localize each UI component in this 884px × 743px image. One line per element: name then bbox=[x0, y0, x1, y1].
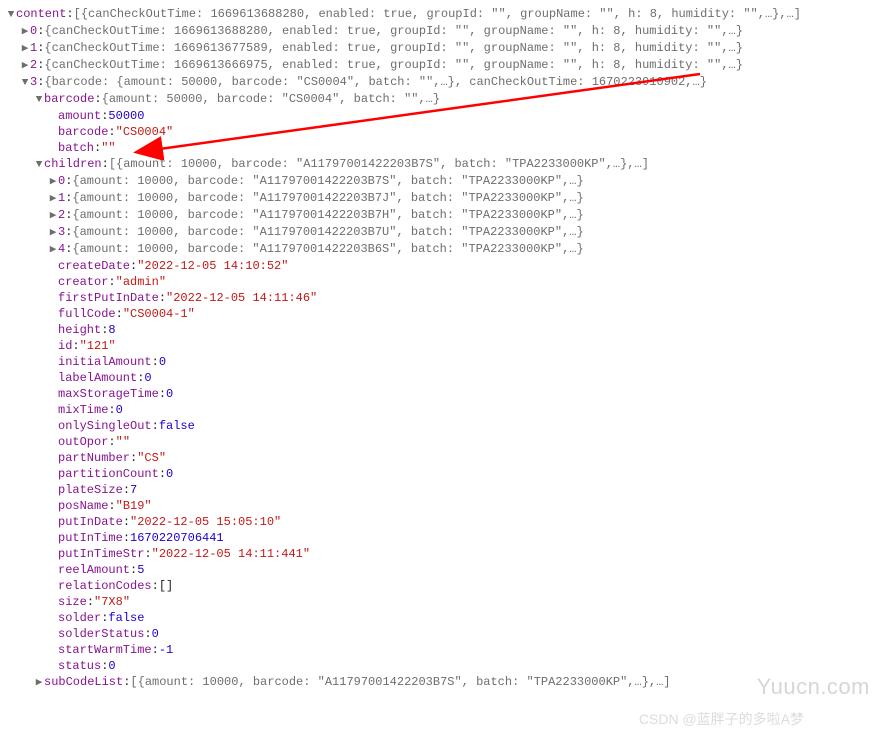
node-item-3[interactable]: ▼3: {barcode: {amount: 50000, barcode: "… bbox=[6, 74, 884, 91]
node-child-1[interactable]: ▶1: {amount: 10000, barcode: "A117970014… bbox=[6, 190, 884, 207]
node-item-1[interactable]: ▶1: {canCheckOutTime: 1669613677589, ena… bbox=[6, 40, 884, 57]
chevron-down-icon[interactable]: ▼ bbox=[34, 157, 44, 173]
prop-barcode: barcode: "CS0004" bbox=[6, 124, 884, 140]
prop-putInTimeStr: putInTimeStr: "2022-12-05 14:11:441" bbox=[6, 546, 884, 562]
prop-initialAmount: initialAmount: 0 bbox=[6, 354, 884, 370]
prop-putInDate: putInDate: "2022-12-05 15:05:10" bbox=[6, 514, 884, 530]
prop-putInTime: putInTime: 1670220706441 bbox=[6, 530, 884, 546]
prop-firstPutInDate: firstPutInDate: "2022-12-05 14:11:46" bbox=[6, 290, 884, 306]
prop-creator: creator: "admin" bbox=[6, 274, 884, 290]
node-item-2[interactable]: ▶2: {canCheckOutTime: 1669613666975, ena… bbox=[6, 57, 884, 74]
chevron-right-icon[interactable]: ▶ bbox=[48, 208, 58, 224]
chevron-right-icon[interactable]: ▶ bbox=[48, 242, 58, 258]
node-child-4[interactable]: ▶4: {amount: 10000, barcode: "A117970014… bbox=[6, 241, 884, 258]
chevron-right-icon[interactable]: ▶ bbox=[48, 225, 58, 241]
node-barcode[interactable]: ▼barcode: {amount: 50000, barcode: "CS00… bbox=[6, 91, 884, 108]
prop-relationCodes: relationCodes: [] bbox=[6, 578, 884, 594]
prop-createDate: createDate: "2022-12-05 14:10:52" bbox=[6, 258, 884, 274]
prop-outOpor: outOpor: "" bbox=[6, 434, 884, 450]
chevron-right-icon[interactable]: ▶ bbox=[48, 191, 58, 207]
prop-solder: solder: false bbox=[6, 610, 884, 626]
prop-solderStatus: solderStatus: 0 bbox=[6, 626, 884, 642]
prop-id: id: "121" bbox=[6, 338, 884, 354]
prop-plateSize: plateSize: 7 bbox=[6, 482, 884, 498]
chevron-right-icon[interactable]: ▶ bbox=[20, 41, 30, 57]
node-child-0[interactable]: ▶0: {amount: 10000, barcode: "A117970014… bbox=[6, 173, 884, 190]
prop-size: size: "7X8" bbox=[6, 594, 884, 610]
prop-amount: amount: 50000 bbox=[6, 108, 884, 124]
node-content[interactable]: ▼content: [{canCheckOutTime: 16696136882… bbox=[6, 6, 884, 23]
prop-labelAmount: labelAmount: 0 bbox=[6, 370, 884, 386]
node-children[interactable]: ▼children: [{amount: 10000, barcode: "A1… bbox=[6, 156, 884, 173]
json-tree: ▼content: [{canCheckOutTime: 16696136882… bbox=[6, 6, 884, 691]
node-item-0[interactable]: ▶0: {canCheckOutTime: 1669613688280, ena… bbox=[6, 23, 884, 40]
prop-startWarmTime: startWarmTime: -1 bbox=[6, 642, 884, 658]
prop-reelAmount: reelAmount: 5 bbox=[6, 562, 884, 578]
prop-mixTime: mixTime: 0 bbox=[6, 402, 884, 418]
prop-batch: batch: "" bbox=[6, 140, 884, 156]
prop-onlySingleOut: onlySingleOut: false bbox=[6, 418, 884, 434]
node-child-3[interactable]: ▶3: {amount: 10000, barcode: "A117970014… bbox=[6, 224, 884, 241]
chevron-right-icon[interactable]: ▶ bbox=[48, 174, 58, 190]
prop-posName: posName: "B19" bbox=[6, 498, 884, 514]
node-child-2[interactable]: ▶2: {amount: 10000, barcode: "A117970014… bbox=[6, 207, 884, 224]
prop-partNumber: partNumber: "CS" bbox=[6, 450, 884, 466]
prop-height: height: 8 bbox=[6, 322, 884, 338]
prop-partitionCount: partitionCount: 0 bbox=[6, 466, 884, 482]
chevron-down-icon[interactable]: ▼ bbox=[6, 7, 16, 23]
prop-status: status: 0 bbox=[6, 658, 884, 674]
watermark-csdn: CSDN @蓝胖子的多啦A梦 bbox=[639, 711, 804, 727]
chevron-right-icon[interactable]: ▶ bbox=[20, 58, 30, 74]
prop-fullCode: fullCode: "CS0004-1" bbox=[6, 306, 884, 322]
chevron-down-icon[interactable]: ▼ bbox=[20, 75, 30, 91]
chevron-down-icon[interactable]: ▼ bbox=[34, 92, 44, 108]
node-subcodelist[interactable]: ▶subCodeList: [{amount: 10000, barcode: … bbox=[6, 674, 884, 691]
chevron-right-icon[interactable]: ▶ bbox=[34, 675, 44, 691]
prop-maxStorageTime: maxStorageTime: 0 bbox=[6, 386, 884, 402]
chevron-right-icon[interactable]: ▶ bbox=[20, 24, 30, 40]
